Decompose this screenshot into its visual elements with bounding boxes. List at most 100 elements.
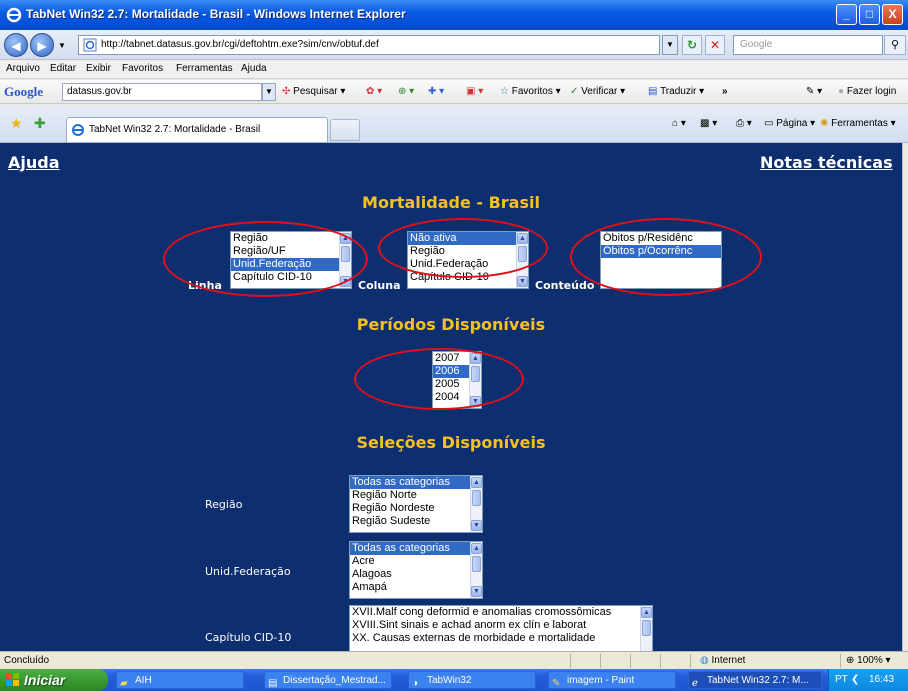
periods-select[interactable]: 2007 2006 2005 2004 ▲ ▼: [432, 351, 482, 409]
history-dropdown-icon[interactable]: ▼: [58, 41, 66, 50]
list-item[interactable]: Região/UF: [231, 245, 351, 258]
menu-ferramentas[interactable]: Ferramentas: [176, 63, 233, 74]
menu-editar[interactable]: Editar: [50, 63, 76, 74]
search-input[interactable]: Google: [733, 35, 883, 55]
list-item[interactable]: XX. Causas externas de morbidade e morta…: [350, 632, 652, 645]
minimize-button[interactable]: _: [836, 4, 857, 25]
stop-icon[interactable]: ✕: [705, 35, 725, 55]
uf-select[interactable]: Todas as categorias Acre Alagoas Amapá ▲…: [349, 541, 483, 599]
refresh-icon[interactable]: ↻: [682, 35, 702, 55]
taskbar-item-word[interactable]: ▤ Dissertação_Mestrad...: [264, 671, 392, 689]
toolbar-share-icon[interactable]: ⊕ ▾: [398, 86, 414, 97]
print-icon[interactable]: ⎙ ▾: [736, 118, 752, 129]
scroll-thumb[interactable]: [518, 246, 527, 262]
list-item[interactable]: Não ativa: [408, 232, 528, 245]
feeds-icon[interactable]: ▩ ▾: [700, 118, 717, 129]
scroll-down-icon[interactable]: ▼: [471, 520, 482, 531]
url-dropdown-button[interactable]: ▼: [662, 35, 678, 55]
listbox-scrollbar[interactable]: ▲: [640, 606, 652, 651]
technical-notes-link[interactable]: Notas técnicas: [760, 153, 893, 172]
tray-arrow-icon[interactable]: ❮: [851, 669, 859, 691]
list-item[interactable]: Unid.Federação: [408, 258, 528, 271]
list-item[interactable]: Região Sudeste: [350, 515, 482, 528]
security-zone[interactable]: ◍ Internet: [700, 655, 745, 666]
list-item[interactable]: Óbitos p/Ocorrênc: [601, 245, 721, 258]
scroll-up-icon[interactable]: ▲: [470, 353, 481, 364]
list-item[interactable]: Todas as categorias: [350, 542, 482, 555]
list-item[interactable]: Região Nordeste: [350, 502, 482, 515]
menu-exibir[interactable]: Exibir: [86, 63, 111, 74]
list-item[interactable]: Alagoas: [350, 568, 482, 581]
scroll-thumb[interactable]: [341, 246, 350, 262]
forward-button[interactable]: ▶: [30, 33, 54, 57]
maximize-button[interactable]: □: [859, 4, 880, 25]
coluna-select[interactable]: Não ativa Região Unid.Federação Capítulo…: [407, 231, 529, 289]
taskbar-item-tabwin[interactable]: ◑ TabWin32: [408, 671, 536, 689]
close-button[interactable]: X: [882, 4, 903, 25]
google-search-input[interactable]: datasus.gov.br: [62, 83, 262, 101]
list-item[interactable]: Capítulo CID-10: [408, 271, 528, 284]
listbox-scrollbar[interactable]: ▲ ▼: [469, 352, 481, 408]
listbox-scrollbar[interactable]: ▲ ▼: [339, 232, 351, 288]
list-item[interactable]: Acre: [350, 555, 482, 568]
scroll-up-icon[interactable]: ▲: [641, 607, 652, 618]
back-button[interactable]: ◀: [4, 33, 28, 57]
listbox-scrollbar[interactable]: ▲ ▼: [470, 476, 482, 532]
regiao-select[interactable]: Todas as categorias Região Norte Região …: [349, 475, 483, 533]
pagina-menu-button[interactable]: ▭ Página ▾: [764, 118, 815, 129]
scroll-thumb[interactable]: [642, 620, 651, 636]
ferramentas-menu-button[interactable]: ✺ Ferramentas ▾: [820, 118, 896, 129]
conteudo-select[interactable]: Óbitos p/Residênc Óbitos p/Ocorrênc: [600, 231, 722, 289]
home-icon[interactable]: ⌂ ▾: [672, 118, 686, 129]
taskbar-item-paint[interactable]: ✎ imagem - Paint: [548, 671, 676, 689]
linha-select[interactable]: Região Região/UF Unid.Federação Capítulo…: [230, 231, 352, 289]
list-item[interactable]: Região Norte: [350, 489, 482, 502]
toolbar-addon-icon[interactable]: ✿ ▾: [366, 86, 382, 97]
scroll-up-icon[interactable]: ▲: [471, 477, 482, 488]
menu-arquivo[interactable]: Arquivo: [6, 63, 40, 74]
zoom-control[interactable]: ⊕ 100% ▾: [846, 655, 891, 666]
google-login-button[interactable]: ● Fazer login: [838, 86, 896, 97]
url-input[interactable]: http://tabnet.datasus.gov.br/cgi/deftoht…: [78, 35, 660, 55]
list-item[interactable]: Região: [231, 232, 351, 245]
list-item[interactable]: XVIII.Sint sinais e achad anorm ex clín …: [350, 619, 652, 632]
toolbar-puzzle-icon[interactable]: ✚ ▾: [428, 86, 444, 97]
list-item[interactable]: Todas as categorias: [350, 476, 482, 489]
scroll-down-icon[interactable]: ▼: [517, 276, 528, 287]
taskbar-item-ie[interactable]: ℯ TabNet Win32 2.7: M...: [688, 671, 822, 689]
search-icon[interactable]: ⚲: [884, 35, 906, 55]
language-indicator[interactable]: PT: [835, 669, 848, 691]
scroll-up-icon[interactable]: ▲: [471, 543, 482, 554]
google-search-dropdown[interactable]: ▼: [262, 83, 276, 101]
list-item[interactable]: Unid.Federação: [231, 258, 351, 271]
page-scrollbar[interactable]: [902, 143, 908, 651]
list-item[interactable]: XVII.Malf cong deformid e anomalias crom…: [350, 606, 652, 619]
menu-favoritos[interactable]: Favoritos: [122, 63, 163, 74]
list-item[interactable]: Região: [408, 245, 528, 258]
scroll-down-icon[interactable]: ▼: [340, 276, 351, 287]
add-favorites-icon[interactable]: ✚: [34, 115, 46, 132]
listbox-scrollbar[interactable]: ▲ ▼: [470, 542, 482, 598]
toolbar-more-button[interactable]: »: [722, 86, 728, 97]
google-traduzir-button[interactable]: ▤ Traduzir ▾: [648, 86, 704, 97]
toolbar-bookmark-icon[interactable]: ▣ ▾: [466, 86, 483, 97]
new-tab-button[interactable]: [330, 119, 360, 141]
wrench-icon[interactable]: ✎ ▾: [806, 86, 822, 97]
list-item[interactable]: Amapá: [350, 581, 482, 594]
scroll-thumb[interactable]: [472, 556, 481, 572]
scroll-down-icon[interactable]: ▼: [470, 396, 481, 407]
scroll-up-icon[interactable]: ▲: [517, 233, 528, 244]
listbox-scrollbar[interactable]: ▲ ▼: [516, 232, 528, 288]
scroll-down-icon[interactable]: ▼: [471, 586, 482, 597]
scroll-thumb[interactable]: [472, 490, 481, 506]
scroll-up-icon[interactable]: ▲: [340, 233, 351, 244]
list-item[interactable]: Capítulo CID-10: [231, 271, 351, 284]
list-item[interactable]: Óbitos p/Residênc: [601, 232, 721, 245]
start-button[interactable]: Iniciar: [0, 669, 108, 691]
taskbar-item-aih[interactable]: ▰ AIH: [116, 671, 244, 689]
cid-select[interactable]: XVII.Malf cong deformid e anomalias crom…: [349, 605, 653, 651]
google-pesquisar-button[interactable]: ✣ Pesquisar ▾: [282, 86, 345, 97]
tab-active[interactable]: TabNet Win32 2.7: Mortalidade - Brasil: [66, 117, 328, 142]
google-verificar-button[interactable]: ✓ Verificar ▾: [570, 86, 625, 97]
menu-ajuda[interactable]: Ajuda: [241, 63, 267, 74]
